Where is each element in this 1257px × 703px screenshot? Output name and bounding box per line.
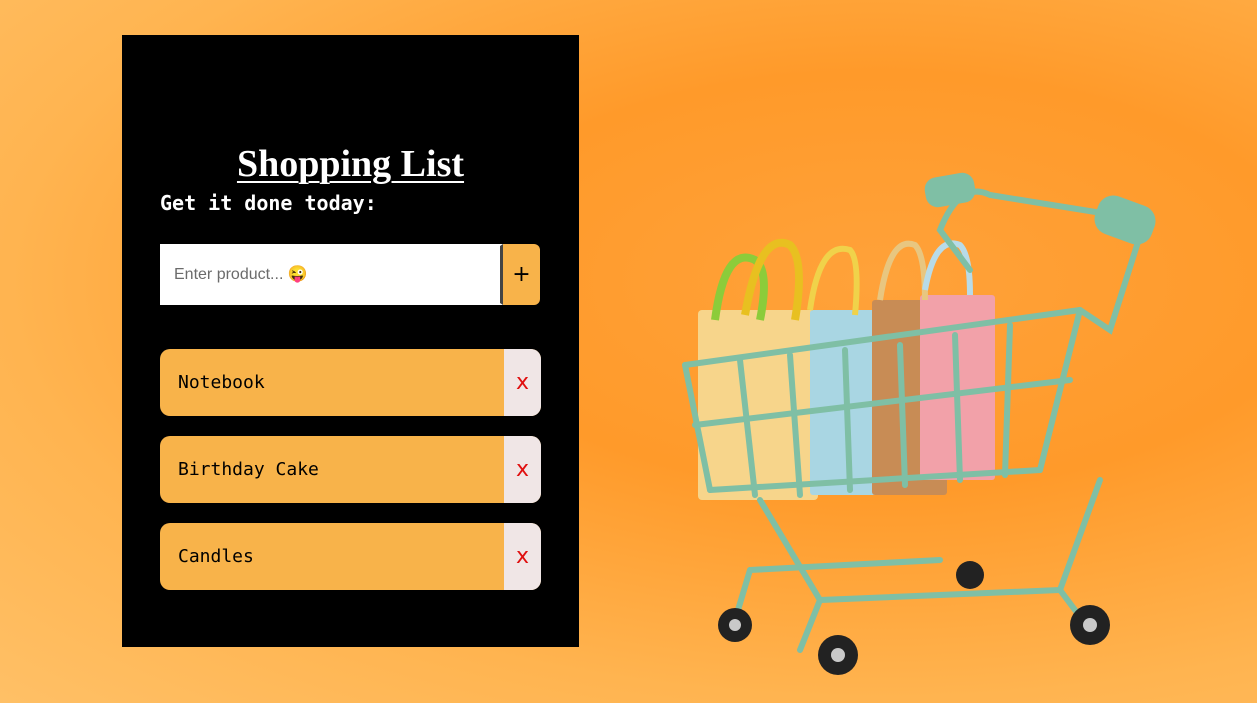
item-label: Birthday Cake (178, 459, 319, 480)
delete-button[interactable]: x (504, 523, 541, 590)
shopping-items-list: Notebook x Birthday Cake x Candles x (160, 349, 541, 610)
item-label: Notebook (178, 372, 265, 393)
list-item: Candles x (160, 523, 541, 590)
add-product-form: + (160, 244, 540, 305)
add-button[interactable]: + (503, 244, 540, 305)
shopping-cart-with-bags-icon (682, 172, 1156, 675)
page-title: Shopping List (236, 143, 465, 185)
delete-button[interactable]: x (504, 436, 541, 503)
delete-button[interactable]: x (504, 349, 541, 416)
product-input[interactable] (160, 244, 503, 305)
list-item: Birthday Cake x (160, 436, 541, 503)
item-label: Candles (178, 546, 254, 567)
shopping-list-card: Shopping List Get it done today: + Noteb… (122, 35, 579, 647)
list-item: Notebook x (160, 349, 541, 416)
subtitle: Get it done today: (160, 191, 377, 215)
